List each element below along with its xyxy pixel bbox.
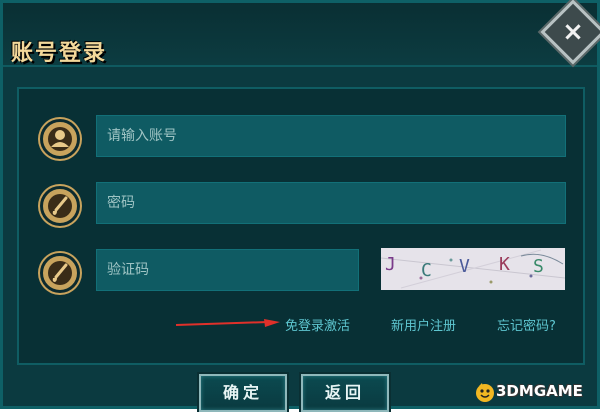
user-icon (40, 119, 80, 159)
login-dialog: 账号登录 × 请输入账号 密码 验证码 J C V K S 免登录激活 新用户注… (0, 0, 600, 412)
title-bar: 账号登录 (3, 3, 597, 67)
red-arrow-icon (176, 319, 280, 327)
watermark-logo-icon (476, 383, 494, 402)
brush-icon (40, 186, 80, 226)
captcha-char-3: V (459, 256, 470, 277)
forgot-password-link[interactable]: 忘记密码? (497, 315, 556, 334)
captcha-image[interactable]: J C V K S (381, 248, 565, 290)
captcha-input[interactable]: 验证码 (96, 249, 359, 291)
account-input[interactable]: 请输入账号 (96, 115, 566, 157)
captcha-char-1: J (385, 254, 396, 275)
captcha-char-4: K (499, 254, 510, 275)
password-input[interactable]: 密码 (96, 182, 566, 224)
free-login-link[interactable]: 免登录激活 (285, 315, 350, 334)
dialog-title: 账号登录 (11, 40, 108, 66)
captcha-brush-icon (40, 253, 80, 293)
watermark-text: 3DMGAME (496, 382, 583, 400)
back-button[interactable]: 返回 (301, 374, 389, 412)
close-icon: × (562, 17, 584, 47)
captcha-char-5: S (533, 256, 544, 277)
confirm-button[interactable]: 确定 (199, 374, 287, 412)
captcha-char-2: C (421, 260, 432, 281)
watermark: 3DMGAME (474, 380, 596, 404)
register-link[interactable]: 新用户注册 (391, 315, 456, 334)
